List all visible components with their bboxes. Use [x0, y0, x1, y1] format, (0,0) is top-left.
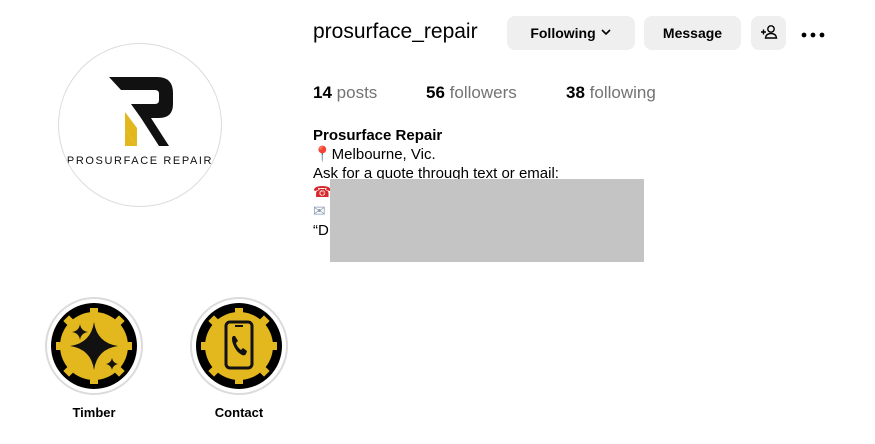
stat-following[interactable]: 38 following [566, 83, 656, 103]
bio-name: Prosurface Repair [313, 127, 443, 144]
highlight-contact[interactable]: Contact [189, 297, 289, 420]
phone-emoji-icon: ☎ [313, 184, 332, 201]
stat-posts: 14 posts [313, 83, 377, 103]
prosurface-logo [109, 77, 173, 146]
avatar-brand-text: PROSURFACE REPAIR [66, 155, 214, 167]
highlight-cover [45, 297, 143, 395]
phone-icon [196, 303, 282, 389]
bio-location: 📍Melbourne, Vic. [313, 146, 436, 163]
redaction-box [330, 179, 644, 262]
highlight-label: Contact [214, 405, 264, 420]
following-count: 38 [566, 83, 585, 102]
followers-count: 56 [426, 83, 445, 102]
posts-count: 14 [313, 83, 332, 102]
following-button-label: Following [530, 25, 596, 41]
posts-label: posts [336, 83, 378, 102]
more-dots-icon [801, 25, 825, 43]
message-button[interactable]: Message [644, 16, 741, 50]
more-options-button[interactable] [800, 24, 826, 44]
suggest-users-button[interactable] [751, 16, 786, 50]
add-user-icon [760, 24, 778, 43]
profile-username: prosurface_repair [313, 20, 478, 43]
highlight-cover [190, 297, 288, 395]
highlight-label: Timber [72, 405, 116, 420]
following-label: following [589, 83, 656, 102]
message-button-label: Message [662, 25, 723, 41]
stat-followers[interactable]: 56 followers [426, 83, 517, 103]
profile-avatar[interactable]: PROSURFACE REPAIR [58, 43, 222, 207]
following-button[interactable]: Following [507, 16, 635, 50]
envelope-emoji-icon: ✉ [313, 203, 326, 220]
chevron-down-icon [600, 25, 612, 41]
followers-label: followers [449, 83, 517, 102]
sparkle-icon [51, 303, 137, 389]
highlight-timber[interactable]: Timber [44, 297, 144, 420]
